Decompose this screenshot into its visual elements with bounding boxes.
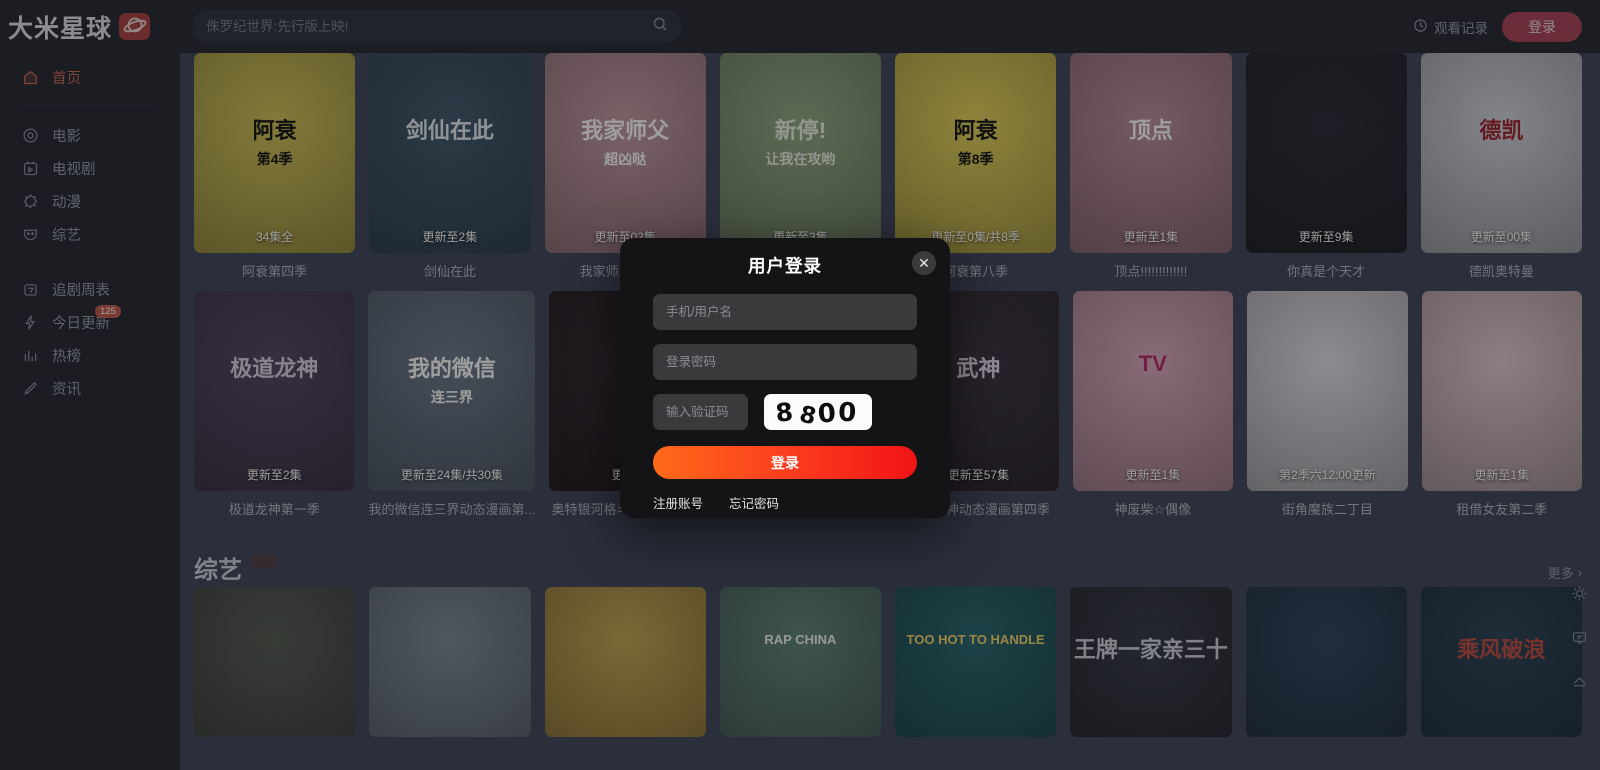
captcha-image[interactable]: 8 8 0 0	[764, 394, 872, 430]
register-link[interactable]: 注册账号	[653, 493, 703, 512]
forgot-password-link[interactable]: 忘记密码	[729, 493, 779, 512]
captcha-row: 8 8 0 0	[653, 394, 917, 430]
close-icon[interactable]: ✕	[912, 251, 936, 275]
password-field[interactable]	[653, 344, 917, 380]
login-modal: 用户登录 ✕ 8 8 0 0 登录 注册账号 忘记密码	[620, 238, 950, 518]
login-modal-title: 用户登录	[748, 256, 822, 276]
username-field[interactable]	[653, 294, 917, 330]
login-submit-button[interactable]: 登录	[653, 446, 917, 479]
svg-text:0: 0	[817, 398, 837, 429]
svg-text:8: 8	[797, 401, 819, 429]
app-root: 大米星球 首页 电影 电视剧 动漫 综艺 追剧周表 今日更新 125 热榜 资讯…	[0, 0, 1600, 770]
svg-text:0: 0	[837, 398, 857, 429]
login-modal-overlay: 用户登录 ✕ 8 8 0 0 登录 注册账号 忘记密码	[0, 0, 1600, 770]
svg-text:8: 8	[774, 397, 794, 428]
captcha-code-glyphs: 8 8 0 0	[774, 397, 857, 429]
modal-links: 注册账号 忘记密码	[653, 493, 917, 512]
captcha-field[interactable]	[653, 394, 748, 430]
